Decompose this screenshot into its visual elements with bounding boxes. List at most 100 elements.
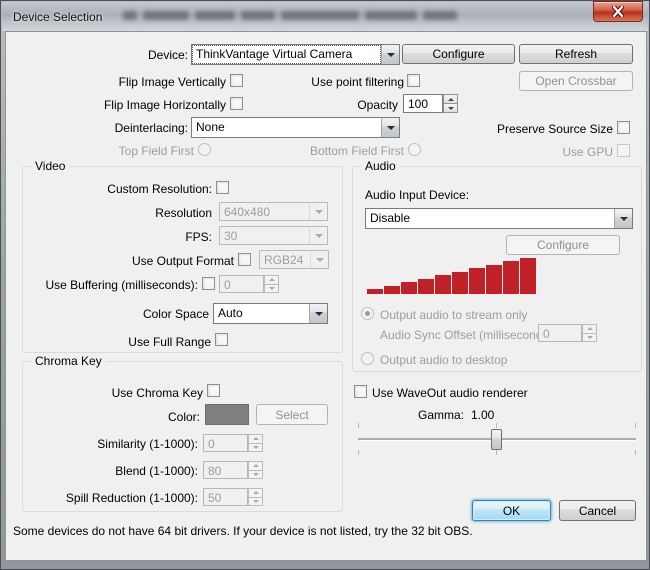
spin-down-icon	[248, 471, 263, 480]
dialog-body: Device: ThinkVantage Virtual Camera Conf…	[5, 31, 647, 561]
output-format-combobox: RGB24	[259, 250, 329, 269]
blend-label: Blend (1-1000):	[33, 464, 198, 478]
footer-note: Some devices do not have 64 bit drivers.…	[13, 524, 473, 538]
close-button[interactable]	[593, 1, 643, 22]
use-buffering-label: Use Buffering (milliseconds):	[33, 278, 198, 292]
use-gpu-checkbox	[617, 144, 630, 157]
audio-group-title: Audio	[361, 159, 400, 173]
open-crossbar-button: Open Crossbar	[519, 71, 633, 91]
use-chroma-key-checkbox[interactable]	[207, 384, 220, 397]
video-group-title: Video	[31, 159, 69, 173]
video-group: Video Custom Resolution: Resolution 640x…	[22, 166, 343, 353]
chroma-color-select-button: Select	[256, 404, 328, 425]
chevron-down-icon	[309, 304, 327, 323]
flip-horizontal-label: Flip Image Horizontally	[36, 98, 226, 112]
use-waveout-label: Use WaveOut audio renderer	[372, 386, 528, 400]
color-space-combobox[interactable]: Auto	[213, 303, 328, 324]
use-output-format-label: Use Output Format	[69, 254, 234, 268]
chevron-down-icon	[310, 251, 328, 268]
spin-up-icon	[443, 94, 458, 104]
audio-input-device-combobox[interactable]: Disable	[365, 208, 633, 229]
output-format-combobox-value: RGB24	[260, 251, 310, 268]
custom-resolution-checkbox[interactable]	[216, 181, 229, 194]
audio-level-bar	[452, 272, 468, 294]
buffering-stepper	[264, 275, 279, 293]
cancel-button[interactable]: Cancel	[559, 500, 636, 521]
slider-tick	[496, 450, 497, 455]
buffering-input: 0	[219, 275, 264, 293]
audio-level-bar	[384, 286, 400, 294]
deinterlacing-label: Deinterlacing:	[66, 121, 188, 135]
fps-combobox: 30	[219, 226, 328, 245]
spin-up-icon	[248, 488, 263, 498]
opacity-input[interactable]: 100	[403, 94, 443, 113]
chevron-down-icon	[614, 209, 632, 228]
device-combobox[interactable]: ThinkVantage Virtual Camera	[191, 44, 400, 65]
slider-tick	[358, 450, 359, 455]
audio-level-bar	[367, 289, 383, 294]
slider-handle[interactable]	[491, 429, 502, 450]
audio-level-bar	[486, 265, 502, 294]
chroma-key-group-title: Chroma Key	[31, 354, 106, 368]
chroma-color-swatch	[205, 404, 249, 425]
output-desktop-label: Output audio to desktop	[380, 353, 507, 367]
deinterlacing-combobox-value: None	[192, 118, 381, 137]
fps-combobox-value: 30	[220, 227, 309, 244]
chevron-down-icon	[381, 118, 399, 137]
chevron-down-icon	[309, 227, 327, 244]
device-selection-dialog: Device Selection Device: ThinkVantage Vi…	[0, 0, 650, 570]
close-icon	[612, 6, 624, 17]
spin-up-icon	[248, 461, 263, 471]
spin-up-icon	[248, 434, 263, 444]
blend-input: 80	[203, 461, 248, 479]
flip-horizontal-checkbox[interactable]	[230, 97, 243, 110]
flip-vertical-checkbox[interactable]	[230, 74, 243, 87]
configure-audio-button: Configure	[506, 235, 620, 255]
color-space-combobox-value: Auto	[214, 304, 309, 323]
title-bar: Device Selection	[2, 2, 648, 31]
preserve-source-size-label: Preserve Source Size	[436, 122, 613, 136]
use-buffering-checkbox[interactable]	[202, 277, 215, 290]
audio-input-device-label: Audio Input Device:	[365, 188, 469, 202]
use-full-range-label: Use Full Range	[47, 335, 211, 349]
use-full-range-checkbox[interactable]	[215, 333, 228, 346]
preserve-source-size-checkbox[interactable]	[617, 121, 630, 134]
bottom-field-first-radio	[408, 143, 421, 156]
deinterlacing-combobox[interactable]: None	[191, 117, 400, 138]
use-output-format-checkbox[interactable]	[238, 253, 251, 266]
device-label: Device:	[66, 48, 188, 62]
opacity-stepper[interactable]	[443, 94, 458, 113]
spin-down-icon	[248, 498, 263, 507]
custom-resolution-label: Custom Resolution:	[47, 182, 212, 196]
slider-tick	[496, 423, 497, 428]
fps-label: FPS:	[47, 230, 212, 244]
chroma-color-label: Color:	[43, 410, 200, 424]
ok-button[interactable]: OK	[472, 500, 551, 521]
chroma-key-group: Chroma Key Use Chroma Key Color: Select …	[22, 361, 343, 512]
audio-sync-offset-input: 0	[538, 324, 582, 342]
audio-level-bar	[418, 279, 434, 294]
output-stream-only-label: Output audio to stream only	[380, 308, 527, 322]
use-waveout-checkbox[interactable]	[354, 385, 367, 398]
chevron-down-icon	[381, 45, 399, 64]
point-filtering-checkbox[interactable]	[407, 74, 420, 87]
output-desktop-radio	[361, 352, 374, 365]
resolution-label: Resolution	[47, 206, 212, 220]
slider-tick	[635, 450, 636, 455]
spin-up-icon	[264, 275, 279, 285]
spill-reduction-stepper	[248, 488, 263, 506]
use-chroma-key-label: Use Chroma Key	[43, 386, 203, 400]
gamma-slider[interactable]	[356, 422, 638, 456]
audio-level-bar	[503, 261, 519, 294]
slider-tick	[635, 423, 636, 428]
resolution-combobox-value: 640x480	[220, 203, 309, 220]
color-space-label: Color Space	[47, 307, 209, 321]
audio-level-bars	[367, 256, 539, 294]
audio-group: Audio Audio Input Device: Disable Config…	[352, 166, 642, 372]
similarity-input: 0	[203, 434, 248, 452]
slider-tick	[358, 423, 359, 428]
spin-down-icon	[264, 285, 279, 294]
configure-device-button[interactable]: Configure	[402, 44, 515, 64]
refresh-button[interactable]: Refresh	[519, 44, 633, 64]
gamma-value: 1.00	[471, 408, 494, 422]
